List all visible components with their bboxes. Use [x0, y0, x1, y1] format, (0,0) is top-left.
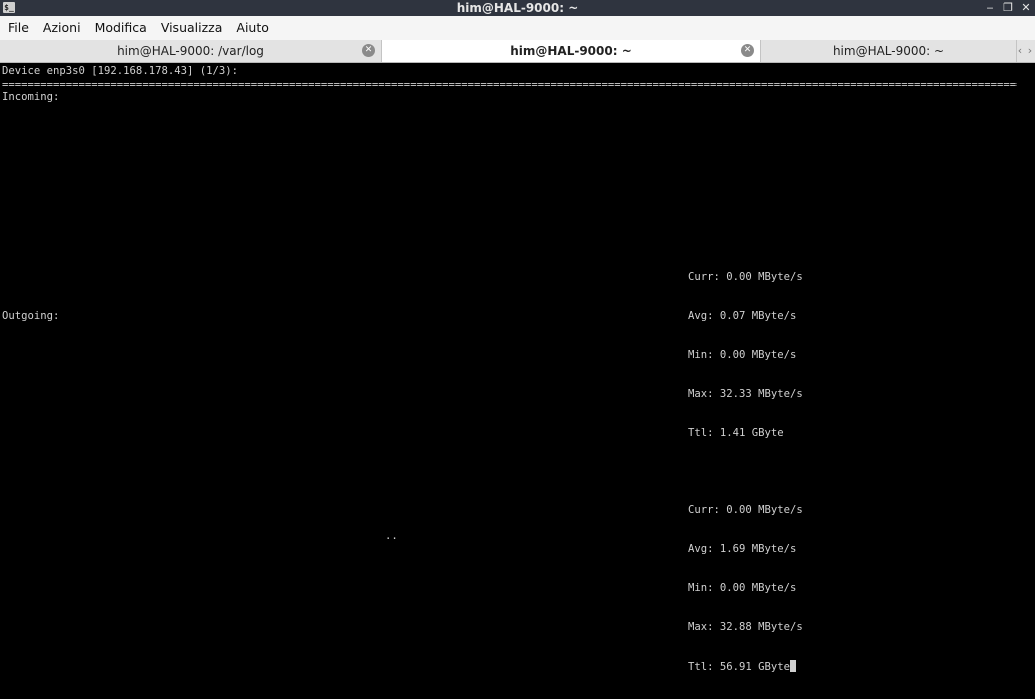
terminal-view[interactable]: Device enp3s0 [192.168.178.43] (1/3): ==… [0, 63, 1035, 673]
tab-home-2[interactable]: him@HAL-9000: ~ [761, 40, 1017, 62]
minimize-icon[interactable]: ‒ [985, 0, 995, 16]
close-tab-icon[interactable]: ✕ [741, 44, 754, 57]
incoming-avg: Avg: 0.07 MByte/s [688, 310, 797, 322]
incoming-label: Incoming: [2, 91, 60, 103]
chevron-left-icon[interactable]: ‹ [1016, 40, 1024, 62]
terminal-scrollbar[interactable] [1021, 63, 1035, 553]
tab-var-log[interactable]: him@HAL-9000: /var/log ✕ [0, 40, 382, 62]
incoming-max: Max: 32.33 MByte/s [688, 388, 803, 400]
close-tab-icon[interactable]: ✕ [362, 44, 375, 57]
menu-azioni[interactable]: Azioni [36, 16, 88, 40]
incoming-curr: Curr: 0.00 MByte/s [688, 271, 803, 283]
menu-bar: File Azioni Modifica Visualizza Aiuto [0, 16, 1035, 40]
menu-modifica[interactable]: Modifica [88, 16, 154, 40]
window-title: him@HAL-9000: ~ [456, 1, 579, 15]
device-header: Device enp3s0 [192.168.178.43] (1/3): [2, 65, 238, 77]
incoming-min: Min: 0.00 MByte/s [688, 349, 797, 361]
restore-icon[interactable]: ❐ [1003, 0, 1013, 16]
incoming-ttl: Ttl: 1.41 GByte [688, 427, 784, 439]
chevron-right-icon[interactable]: › [1026, 40, 1034, 62]
tab-label: him@HAL-9000: ~ [510, 44, 632, 58]
outgoing-ttl-row: Ttl: 56.91 GByte [688, 660, 803, 673]
tab-bar: him@HAL-9000: /var/log ✕ him@HAL-9000: ~… [0, 40, 1035, 63]
outgoing-avg: Avg: 1.69 MByte/s [688, 543, 797, 555]
text-cursor [790, 660, 797, 672]
outgoing-curr: Curr: 0.00 MByte/s [688, 504, 803, 516]
tab-label: him@HAL-9000: ~ [832, 44, 945, 58]
menu-aiuto[interactable]: Aiuto [229, 16, 276, 40]
outgoing-min: Min: 0.00 MByte/s [688, 582, 797, 594]
outgoing-label: Outgoing: [2, 310, 60, 322]
separator-line: ========================================… [2, 79, 1017, 91]
outgoing-max: Max: 32.88 MByte/s [688, 621, 803, 633]
outgoing-ttl: Ttl: 56.91 GByte [688, 661, 791, 673]
menu-file[interactable]: File [0, 16, 36, 40]
incoming-stats: Curr: 0.00 MByte/s Avg: 0.07 MByte/s Min… [688, 245, 803, 466]
menu-visualizza[interactable]: Visualizza [154, 16, 230, 40]
close-icon[interactable]: ✕ [1021, 0, 1031, 16]
graph-marker: .. [385, 530, 398, 542]
tab-label: him@HAL-9000: /var/log [117, 44, 264, 58]
outgoing-stats: Curr: 0.00 MByte/s Avg: 1.69 MByte/s Min… [688, 478, 803, 699]
tab-home-active[interactable]: him@HAL-9000: ~ ✕ [381, 40, 761, 62]
window-titlebar[interactable]: $_ him@HAL-9000: ~ ‒ ❐ ✕ [0, 0, 1035, 16]
